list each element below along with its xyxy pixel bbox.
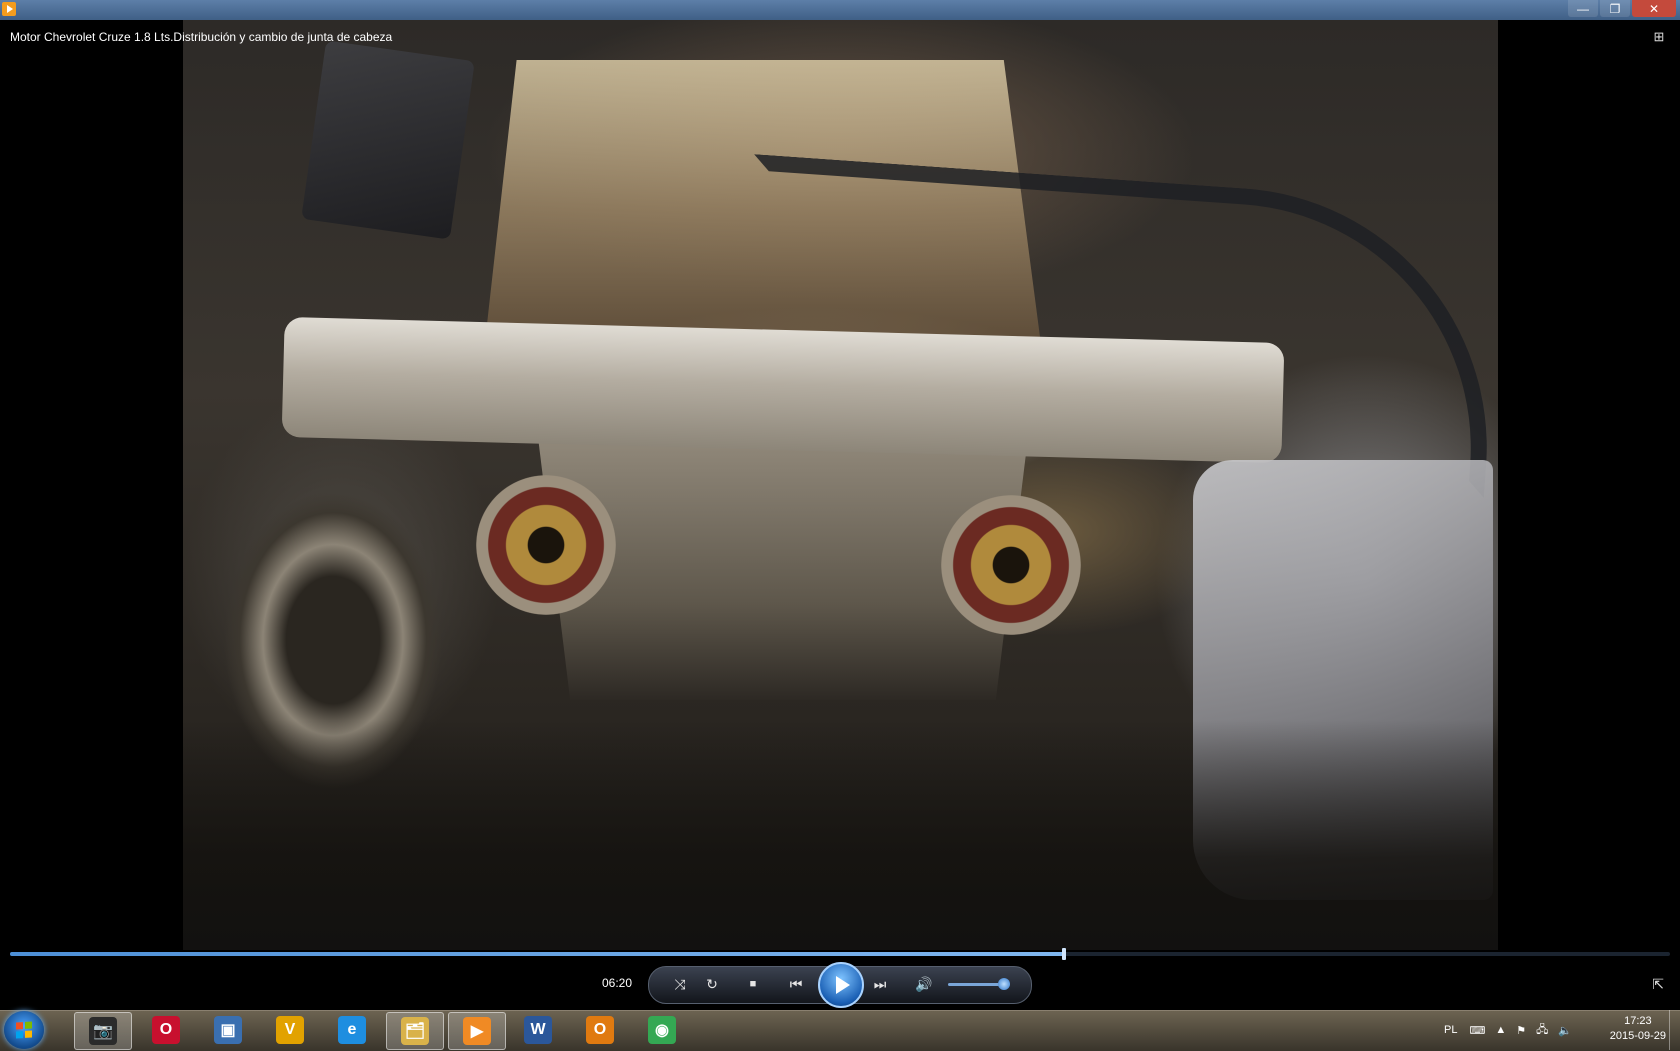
elapsed-time: 06:20	[602, 976, 633, 990]
stop-icon[interactable]: ■	[741, 972, 765, 996]
video-frame[interactable]	[183, 20, 1498, 950]
taskbar-app-outlook[interactable]: O	[572, 1012, 628, 1048]
fullscreen-toggle-icon[interactable]: ⊞	[1650, 28, 1668, 46]
gallery-icon: ▣	[214, 1016, 242, 1044]
photo-viewer-icon: 📷	[89, 1017, 117, 1045]
seek-bar-progress	[10, 952, 1065, 956]
system-tray: PL ⌨ ▲ ⚑ 🖧 🔈	[1444, 1014, 1572, 1046]
opera-icon: O	[152, 1016, 180, 1044]
engine-lower-shadow	[183, 720, 1498, 950]
network-icon[interactable]: 🖧	[1536, 1021, 1548, 1040]
restore-button[interactable]: ❐	[1600, 0, 1630, 17]
chrome-icon: ◉	[648, 1016, 676, 1044]
taskbar-app-vlc-like[interactable]: V	[262, 1012, 318, 1048]
taskbar-app-gallery[interactable]: ▣	[200, 1012, 256, 1048]
action-center-flag-icon[interactable]: ⚑	[1516, 1024, 1526, 1037]
taskbar-app-photo-viewer[interactable]: 📷	[74, 1012, 132, 1050]
outlook-icon: O	[586, 1016, 614, 1044]
shuffle-icon[interactable]: ⤨	[668, 972, 692, 996]
volume-slider-thumb[interactable]	[997, 978, 1010, 990]
repeat-icon[interactable]: ↻	[700, 972, 724, 996]
previous-icon[interactable]: ⏮	[784, 972, 808, 996]
close-button[interactable]: ✕	[1632, 0, 1676, 17]
engine-cover-plate	[301, 40, 475, 240]
taskbar-app-chrome[interactable]: ◉	[634, 1012, 690, 1048]
seek-bar[interactable]	[10, 948, 1670, 960]
media-player-icon: ▶	[463, 1017, 491, 1045]
volume-tray-icon[interactable]: 🔈	[1558, 1024, 1572, 1037]
camshaft-seal-left	[476, 475, 616, 615]
start-button[interactable]	[4, 1011, 44, 1049]
seek-bar-thumb[interactable]	[1062, 948, 1067, 960]
language-indicator[interactable]: PL	[1444, 1024, 1457, 1036]
minimize-button[interactable]: —	[1568, 0, 1598, 17]
volume-icon[interactable]: 🔊	[912, 972, 936, 996]
show-hidden-icons-icon[interactable]: ▲	[1495, 1024, 1506, 1036]
internet-explorer-icon: e	[338, 1016, 366, 1044]
taskbar-app-word[interactable]: W	[510, 1012, 566, 1048]
taskbar-clock[interactable]: 17:23 2015-09-29	[1610, 1014, 1666, 1044]
switch-to-library-icon[interactable]: ⇱	[1652, 976, 1664, 993]
clock-date: 2015-09-29	[1609, 1030, 1666, 1042]
play-button[interactable]	[818, 962, 864, 1008]
show-desktop-button[interactable]	[1669, 1010, 1680, 1050]
media-player-app-icon[interactable]	[2, 2, 16, 16]
window-title-bar: — ❐ ✕	[0, 0, 1680, 20]
taskbar-app-opera[interactable]: O	[138, 1012, 194, 1048]
clock-time: 17:23	[1624, 1015, 1652, 1027]
next-icon[interactable]: ⏭	[868, 972, 892, 996]
window-controls: — ❐ ✕	[1568, 0, 1676, 17]
vlc-like-icon: V	[276, 1016, 304, 1044]
camshaft-housing	[281, 316, 1285, 464]
taskbar-app-file-explorer[interactable]: 🗂	[386, 1012, 444, 1050]
word-icon: W	[524, 1016, 552, 1044]
taskbar-app-internet-explorer[interactable]: e	[324, 1012, 380, 1048]
camshaft-seal-right	[941, 495, 1081, 635]
keyboard-icon[interactable]: ⌨	[1469, 1024, 1485, 1037]
file-explorer-icon: 🗂	[401, 1017, 429, 1045]
taskbar-app-media-player[interactable]: ▶	[448, 1012, 506, 1050]
video-title: Motor Chevrolet Cruze 1.8 Lts.Distribuci…	[10, 30, 393, 44]
